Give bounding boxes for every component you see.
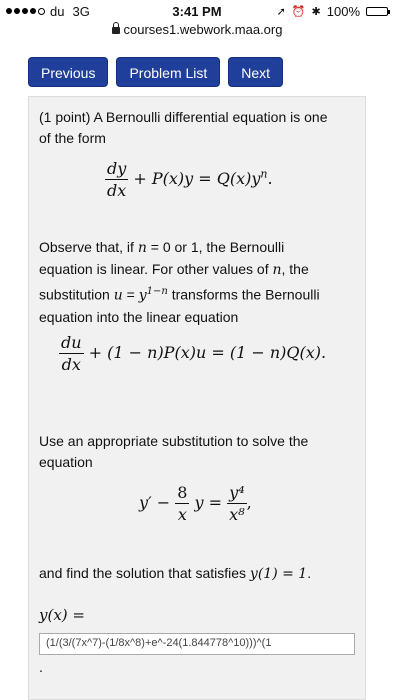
observe-text: Observe that, if n = 0 or 1, the Bernoul… — [39, 237, 357, 328]
observe-line-2-end: , the — [281, 261, 309, 277]
url-text: courses1.webwork.maa.org — [123, 22, 283, 37]
find-solution-text: and find the solution that satisfies y(1… — [39, 563, 357, 585]
linear-equation-body: + (1 − n)P(x)u = (1 − n)Q(x). — [88, 343, 327, 362]
observe-line-1-start: Observe that, if — [39, 239, 138, 255]
intro-line-2: of the form — [39, 130, 106, 146]
frac-numerator: 8 — [175, 483, 190, 504]
problem-list-button[interactable]: Problem List — [116, 57, 221, 87]
observe-line-3: substitution u = y1−n transforms the Ber… — [39, 281, 357, 307]
frac-denominator: x — [177, 505, 187, 524]
intro-line-1: (1 point) A Bernoulli differential equat… — [39, 109, 328, 125]
eight-over-x-fraction: 8 x — [175, 483, 190, 524]
trailing-period: . — [39, 659, 43, 675]
variable-u: u — [113, 287, 123, 304]
address-bar[interactable]: courses1.webwork.maa.org — [0, 22, 394, 40]
variable-n: n — [272, 262, 282, 278]
instruction-line-1: Use an appropriate substitution to solve… — [39, 433, 309, 449]
frac-numerator: y⁴ — [227, 483, 247, 504]
equation-exponent: n — [260, 167, 268, 181]
alarm-icon: ⏰ — [291, 6, 306, 18]
equation-body: + P(x)y = Q(x)y — [133, 169, 261, 188]
answer-field[interactable]: (1/(3/(7x^7)-(1/8x^8)+e^-24(1.844778^10)… — [39, 633, 355, 655]
bernoulli-equation: dy dx + P(x)y = Q(x)yn. — [105, 159, 273, 200]
du-dx-fraction: du dx — [59, 333, 84, 374]
intro-text: (1 point) A Bernoulli differential equat… — [39, 107, 357, 149]
observe-line-1-end: = 0 or 1, the Bernoulli — [146, 239, 285, 255]
y-prime-term: y′ − — [139, 493, 171, 512]
observe-line-4: equation into the linear equation — [39, 308, 239, 325]
frac-numerator: du — [59, 333, 84, 354]
previous-button[interactable]: Previous — [28, 57, 109, 87]
battery-percent: 100% — [326, 4, 360, 19]
equals-sign: = — [122, 286, 139, 303]
variable-n: n — [137, 240, 147, 256]
frac-denominator: dx — [61, 355, 81, 374]
problem-navigation: Previous Problem List Next — [28, 57, 284, 87]
equation-period: . — [267, 169, 273, 188]
observe-line-2: equation is linear. For other values of … — [39, 259, 357, 281]
find-solution-start: and find the solution that satisfies — [39, 565, 250, 581]
dy-dx-fraction: dy dx — [105, 159, 129, 200]
observe-line-3-start: substitution — [39, 286, 114, 303]
bluetooth-icon: ✱ — [311, 6, 321, 18]
rhs-fraction: y⁴ x⁸ — [227, 483, 247, 524]
equation-middle: y = — [194, 493, 223, 512]
observe-line-1: Observe that, if n = 0 or 1, the Bernoul… — [39, 237, 357, 259]
observe-line-2-start: equation is linear. For other values of — [39, 261, 273, 277]
location-icon: ➚ — [276, 6, 286, 18]
frac-denominator: x⁸ — [229, 505, 245, 524]
battery-icon — [366, 7, 390, 16]
problem-panel: (1 point) A Bernoulli differential equat… — [28, 96, 366, 700]
status-bar: du 3G 3:41 PM ➚ ⏰ ✱ 100% — [0, 0, 394, 22]
frac-numerator: dy — [105, 159, 129, 180]
linear-equation: du dx + (1 − n)P(x)u = (1 − n)Q(x). — [59, 333, 326, 374]
answer-label: y(x) = — [39, 606, 85, 624]
frac-denominator: dx — [107, 181, 127, 200]
variable-y: y — [138, 287, 147, 304]
initial-condition: y(1) = 1 — [249, 566, 308, 582]
status-icons: ➚ ⏰ ✱ 100% — [276, 4, 390, 19]
observe-line-3-end: transforms the Bernoulli — [167, 286, 320, 303]
substitution-exponent: 1−n — [146, 286, 168, 297]
equation-comma: , — [246, 493, 252, 512]
next-button[interactable]: Next — [228, 57, 284, 87]
given-equation: y′ − 8 x y = y⁴ x⁸ , — [139, 483, 252, 524]
lock-icon — [111, 22, 120, 34]
instruction-line-2: equation — [39, 454, 93, 470]
instruction-text: Use an appropriate substitution to solve… — [39, 431, 357, 473]
find-solution-period: . — [307, 565, 312, 581]
